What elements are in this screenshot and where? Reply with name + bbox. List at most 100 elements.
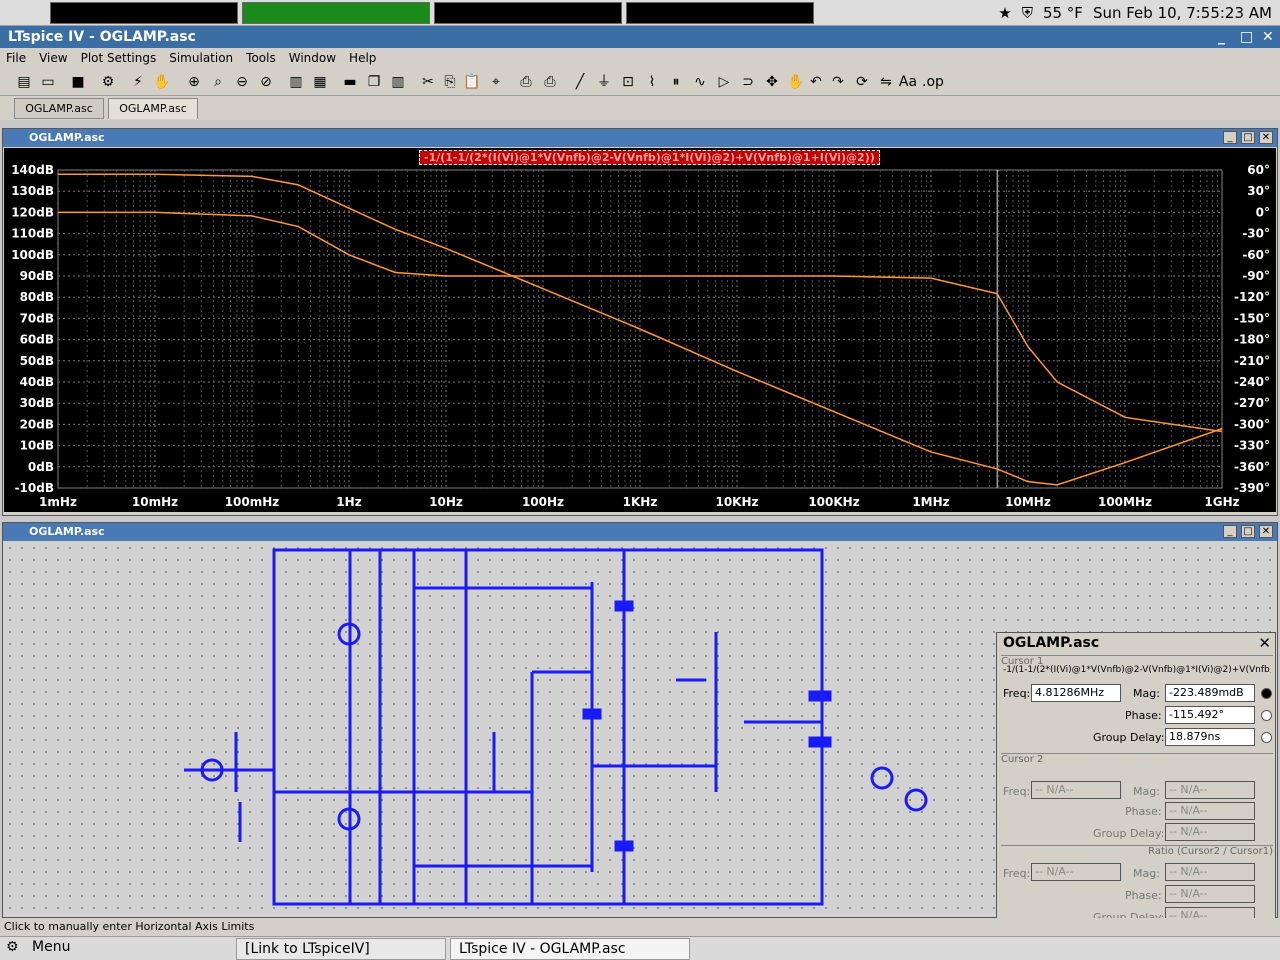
r-mag-label: Mag: bbox=[1133, 867, 1160, 880]
menu-gear-icon[interactable]: ⚙ bbox=[6, 939, 19, 955]
x-tick-label: 100MHz bbox=[1098, 495, 1152, 509]
cursor1-gd-radio[interactable] bbox=[1261, 732, 1272, 743]
resistor-icon[interactable]: ⌇ bbox=[642, 72, 662, 92]
task-ltspice-window[interactable]: LTspice IV - OGLAMP.asc bbox=[450, 938, 690, 960]
y-right-tick-label: -30° bbox=[1242, 227, 1270, 241]
schematic-maximize-icon[interactable]: □ bbox=[1241, 525, 1255, 538]
y-left-tick-label: 120dB bbox=[11, 205, 54, 219]
menu-bar: File View Plot Settings Simulation Tools… bbox=[0, 48, 1280, 68]
menu-plot-settings[interactable]: Plot Settings bbox=[81, 51, 157, 65]
bode-plot[interactable]: 1mHz 10mHz 100mHz 1Hz 10Hz 100Hz 1KHz 10KHz 100K… bbox=[4, 148, 1276, 512]
menu-file[interactable]: File bbox=[6, 51, 26, 65]
open-icon[interactable]: ▭ bbox=[38, 72, 58, 92]
task-link-ltspice[interactable]: [Link to LTspiceIV] bbox=[236, 938, 446, 960]
cursor1-mag-field[interactable]: -223.489mdB bbox=[1165, 684, 1255, 702]
paste-icon[interactable]: 📋 bbox=[462, 72, 482, 92]
tile-horizontal-icon[interactable]: ▬ bbox=[340, 72, 360, 92]
zoom-out-icon[interactable]: ⊖ bbox=[232, 72, 252, 92]
c2-gd-label: Group Delay: bbox=[1093, 827, 1165, 840]
ground-icon[interactable]: ⏚ bbox=[594, 72, 614, 92]
y-right-tick-label: -270° bbox=[1234, 396, 1270, 410]
run-icon[interactable]: ⚡ bbox=[128, 72, 148, 92]
weather-temp: 55 °F bbox=[1042, 4, 1083, 22]
y-left-tick-label: 60dB bbox=[20, 333, 54, 347]
tile-vertical-icon[interactable]: ▥ bbox=[388, 72, 408, 92]
autorange-icon[interactable]: ▥ bbox=[286, 72, 306, 92]
zoom-area-icon[interactable]: ⌕ bbox=[208, 72, 228, 92]
star-icon[interactable]: ★ bbox=[998, 4, 1011, 22]
x-tick-label: 1Hz bbox=[336, 495, 361, 509]
minimize-icon[interactable]: _ bbox=[1218, 29, 1225, 45]
memory-monitor bbox=[242, 2, 430, 24]
cursor2-mag-field: -- N/A-- bbox=[1165, 781, 1255, 799]
schematic-minimize-icon[interactable]: _ bbox=[1223, 525, 1237, 538]
cursor1-group-delay-field[interactable]: 18.879ns bbox=[1165, 728, 1255, 746]
y-left-tick-label: -10dB bbox=[15, 481, 54, 495]
cursor2-freq-field: -- N/A-- bbox=[1031, 781, 1121, 799]
plot-window-titlebar: OGLAMP.asc bbox=[3, 129, 1277, 147]
y-left-tick-label: 50dB bbox=[20, 354, 54, 368]
tab-waveform[interactable]: OGLAMP.asc bbox=[108, 98, 198, 119]
cursor1-phase-radio[interactable] bbox=[1261, 710, 1272, 721]
print-icon[interactable]: ⎙ bbox=[540, 72, 560, 92]
plot-minimize-icon[interactable]: _ bbox=[1223, 131, 1237, 144]
cursor1-freq-field[interactable]: 4.81286MHz bbox=[1031, 684, 1121, 702]
new-schematic-icon[interactable]: ▤ bbox=[14, 72, 34, 92]
label-net-icon[interactable]: ⊡ bbox=[618, 72, 638, 92]
text-icon[interactable]: Aa bbox=[898, 72, 918, 92]
schematic-close-icon[interactable]: ✕ bbox=[1259, 525, 1273, 538]
y-left-tick-label: 100dB bbox=[11, 248, 54, 262]
y-left-tick-label: 20dB bbox=[20, 417, 54, 431]
cpu-monitor bbox=[50, 2, 238, 24]
plot-close-icon[interactable]: ✕ bbox=[1259, 131, 1273, 144]
menu-view[interactable]: View bbox=[39, 51, 67, 65]
y-right-tick-label: -360° bbox=[1234, 460, 1270, 474]
zoom-in-icon[interactable]: ⊕ bbox=[184, 72, 204, 92]
cursor1-phase-field[interactable]: -115.492° bbox=[1165, 706, 1255, 724]
cut-icon[interactable]: ✂ bbox=[418, 72, 438, 92]
copy-icon[interactable]: ⎘ bbox=[440, 72, 460, 92]
halt-icon[interactable]: ✋ bbox=[152, 72, 172, 92]
menu-help[interactable]: Help bbox=[349, 51, 376, 65]
cursor1-mag-radio[interactable] bbox=[1261, 688, 1272, 699]
cursor-panel-title: OGLAMP.asc bbox=[1003, 635, 1100, 651]
cascade-icon[interactable]: ❐ bbox=[364, 72, 384, 92]
save-icon[interactable]: ■ bbox=[68, 72, 88, 92]
mag-label: Mag: bbox=[1133, 687, 1160, 700]
menu-tools[interactable]: Tools bbox=[246, 51, 276, 65]
cursor-panel-close-icon[interactable]: ✕ bbox=[1258, 634, 1271, 652]
spice-directive-icon[interactable]: .op bbox=[922, 72, 944, 92]
x-tick-label: 100mHz bbox=[225, 495, 280, 509]
print-preview-icon[interactable]: ⎙ bbox=[516, 72, 536, 92]
capacitor-icon[interactable]: ⏸ bbox=[666, 72, 686, 92]
menu-simulation[interactable]: Simulation bbox=[169, 51, 233, 65]
grid-icon[interactable]: ▦ bbox=[310, 72, 330, 92]
drag-icon[interactable]: ✋ bbox=[786, 72, 806, 92]
mirror-icon[interactable]: ⇋ bbox=[876, 72, 896, 92]
window-titlebar: LTspice IV - OGLAMP.asc _ □ ✕ bbox=[0, 26, 1280, 48]
tab-schematic[interactable]: OGLAMP.asc bbox=[14, 98, 104, 119]
rotate-icon[interactable]: ⟳ bbox=[852, 72, 872, 92]
move-icon[interactable]: ✥ bbox=[762, 72, 782, 92]
settings-icon[interactable]: ⚙ bbox=[98, 72, 118, 92]
trace-label[interactable]: -1/(1-1/(2*(I(Vi)@1*V(Vnfb)@2-V(Vnfb)@1*… bbox=[419, 150, 880, 165]
system-top-bar: ★ ⛨ 55 °F Sun Feb 10, 7:55:23 AM bbox=[0, 0, 1280, 26]
shield-icon[interactable]: ⛨ bbox=[1022, 4, 1033, 22]
start-menu-button[interactable]: Menu bbox=[32, 939, 70, 955]
y-right-tick-label: -180° bbox=[1234, 333, 1270, 347]
y-left-tick-label: 140dB bbox=[11, 163, 54, 177]
diode-icon[interactable]: ▷ bbox=[714, 72, 734, 92]
y-left-tick-label: 0dB bbox=[28, 460, 54, 474]
menu-window[interactable]: Window bbox=[289, 51, 336, 65]
wire-icon[interactable]: ╱ bbox=[570, 72, 590, 92]
undo-icon[interactable]: ↶ bbox=[806, 72, 826, 92]
plot-maximize-icon[interactable]: □ bbox=[1241, 131, 1255, 144]
close-icon[interactable]: ✕ bbox=[1262, 29, 1274, 45]
redo-icon[interactable]: ↷ bbox=[828, 72, 848, 92]
find-icon[interactable]: ⌖ bbox=[486, 72, 506, 92]
network-monitor bbox=[434, 2, 622, 24]
component-icon[interactable]: ⊃ bbox=[738, 72, 758, 92]
inductor-icon[interactable]: ∿ bbox=[690, 72, 710, 92]
zoom-cancel-icon[interactable]: ⊘ bbox=[256, 72, 276, 92]
maximize-icon[interactable]: □ bbox=[1240, 29, 1253, 45]
